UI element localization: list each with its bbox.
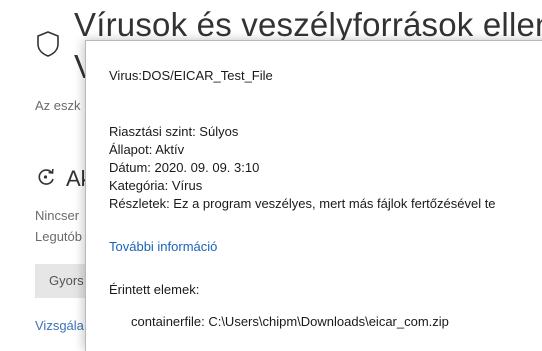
more-info-link[interactable]: További információ xyxy=(109,239,217,254)
threat-details-dialog: Virus:DOS/EICAR_Test_File Riasztási szin… xyxy=(85,40,542,351)
last-scan-text: Legutób xyxy=(35,229,82,244)
scan-options-link[interactable]: Vizsgála xyxy=(35,318,84,333)
page-title: Vírusok és veszélyforrások elleni xyxy=(74,6,542,43)
affected-items-label: Érintett elemek: xyxy=(109,282,200,297)
alert-level: Riasztási szint: Súlyos xyxy=(109,124,239,139)
affected-item-path: containerfile: C:\Users\chipm\Downloads\… xyxy=(131,314,449,329)
threat-name: Virus:DOS/EICAR_Test_File xyxy=(109,68,273,83)
shield-icon xyxy=(37,31,59,57)
detection-date: Dátum: 2020. 09. 09. 3:10 xyxy=(109,160,260,175)
threat-category: Kategória: Vírus xyxy=(109,178,203,193)
status-text: Nincser xyxy=(35,208,80,223)
refresh-icon xyxy=(38,168,54,185)
threat-status: Állapot: Aktív xyxy=(109,142,185,157)
page-description: Az eszk xyxy=(35,98,81,113)
threat-details-text: Részletek: Ez a program veszélyes, mert … xyxy=(109,196,496,211)
